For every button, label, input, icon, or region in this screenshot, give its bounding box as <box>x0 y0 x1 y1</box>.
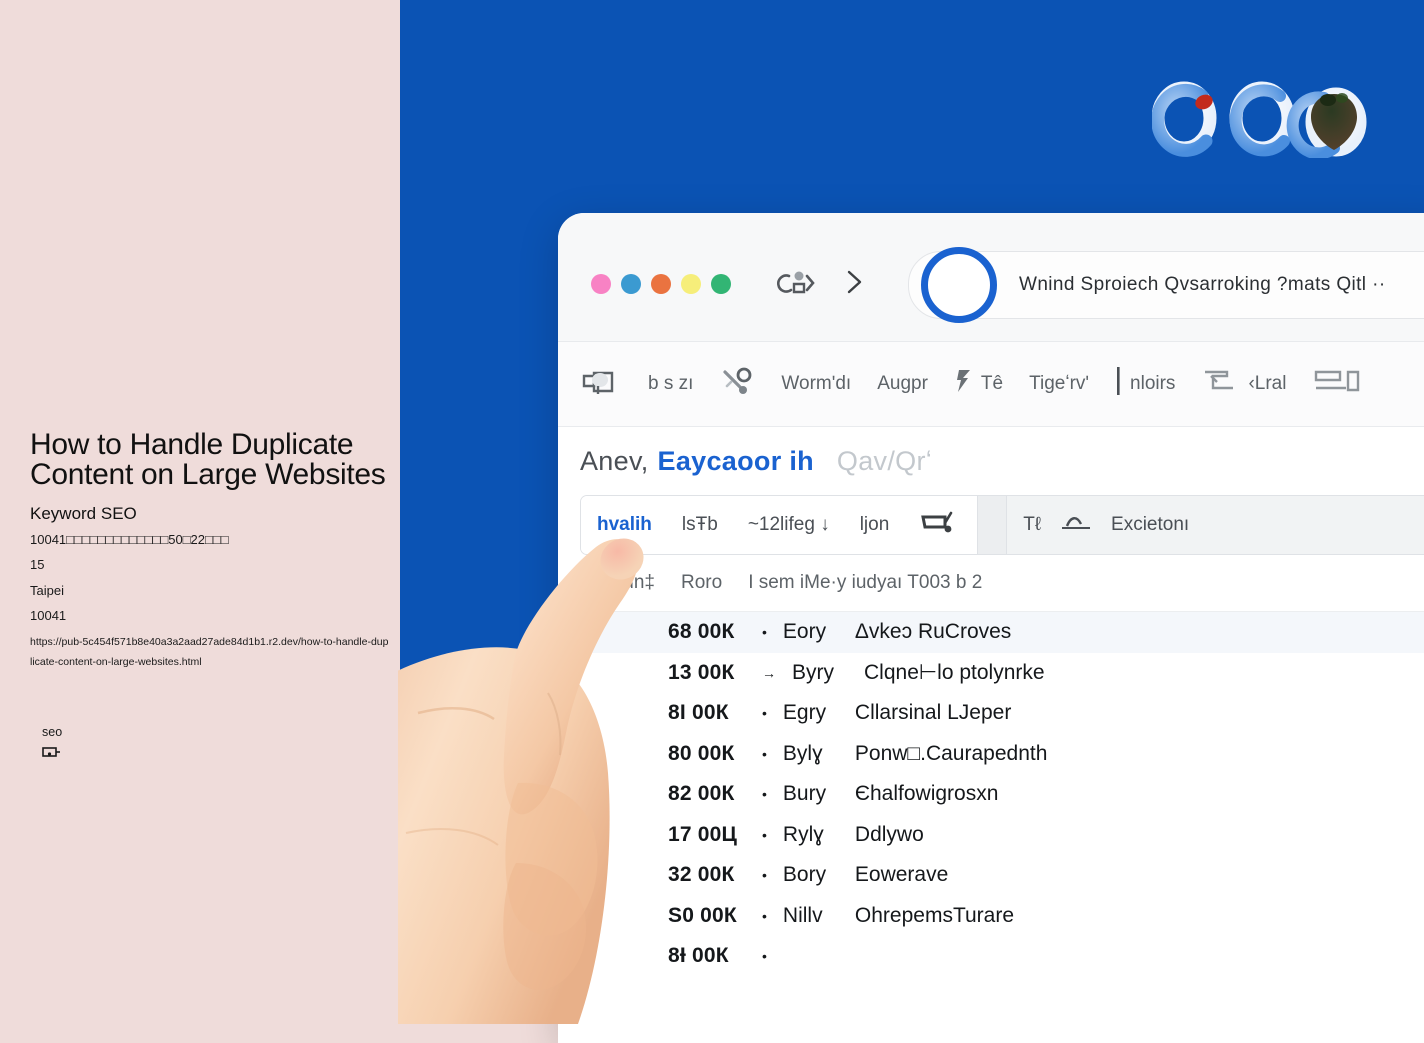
tag-label: seo <box>42 724 63 739</box>
window-dot-5[interactable] <box>711 274 731 294</box>
window-dot-1[interactable] <box>591 274 611 294</box>
toolbar-item-bar[interactable]: nloirs <box>1115 365 1175 403</box>
address-postcode: 10041 <box>30 607 67 623</box>
window-dot-4[interactable] <box>681 274 701 294</box>
filter-scrollbar-handle[interactable] <box>977 496 1008 554</box>
back-navigation-icon[interactable] <box>777 266 819 300</box>
flag-glyph-icon <box>954 366 974 402</box>
row-code: Byry <box>792 660 834 684</box>
row-term: Ponw□.Caurapednth <box>854 741 1048 765</box>
page-heading: Anev, Eaycaoor ih Qav/Qrʻ <box>558 427 1424 495</box>
window-controls[interactable] <box>591 274 731 294</box>
filter-right-group: Tℓ Excietonı <box>1007 496 1424 554</box>
address-bar[interactable]: Wnind Sproiech Qvsarroking ?mats Qitl ·· <box>908 247 1424 323</box>
row-term: Ddlywo <box>854 822 924 846</box>
trend-arrow-icon: • <box>762 624 767 641</box>
page-loading-ring-icon <box>921 247 997 323</box>
toolbar-item-7-label: Tigeʻrvʹ <box>1029 373 1090 394</box>
address-number: 15 <box>30 557 45 573</box>
row-term: Eowerave <box>854 863 949 887</box>
trend-arrow-icon: • <box>762 867 767 884</box>
article-info-panel: How to Handle Duplicate Content on Large… <box>0 0 400 1024</box>
toolbar-item-panel[interactable] <box>1312 366 1360 402</box>
row-term: Clqne⊢lo ptolynrke <box>864 661 1045 685</box>
pointing-hand-photo <box>358 533 708 1024</box>
toolbar-item-flag[interactable]: Tê <box>954 366 1003 402</box>
filter-tab-4[interactable]: ljon <box>860 514 890 536</box>
bookmark-glyph-icon <box>576 364 622 404</box>
scissors-glyph-icon <box>719 364 755 404</box>
page-title: How to Handle Duplicate Content on Large… <box>30 428 386 491</box>
toolbar-item-scissors[interactable] <box>719 364 755 404</box>
trend-arrow-icon: • <box>762 948 767 965</box>
heading-prefix: Anev, <box>580 445 649 476</box>
toolbar-item-frame[interactable]: ‹Lral <box>1201 366 1286 402</box>
window-dot-3[interactable] <box>651 274 671 294</box>
toolbar-item-5[interactable]: Augpr <box>877 373 928 395</box>
chevron-down-icon: ↓ <box>820 514 830 535</box>
toolbar-item-bookmark[interactable] <box>576 364 622 404</box>
row-code: Bylɣ <box>782 741 823 765</box>
row-code: Eory <box>782 620 827 644</box>
panel-glyph-icon <box>1312 366 1360 402</box>
trend-arrow-icon: • <box>762 745 767 762</box>
bar-glyph-icon <box>1115 365 1123 403</box>
filter-right-item-2[interactable]: Excietonı <box>1111 514 1189 536</box>
toolbar-item-flag-label: Tê <box>980 373 1004 394</box>
row-term: Cllarsinal LJeper <box>854 701 1012 725</box>
frame-glyph-icon <box>1201 366 1241 402</box>
toolbar-item-4-label: Wormʹdı <box>781 373 852 394</box>
tag-glyph-icon <box>42 745 62 757</box>
row-code: Rylɣ <box>782 822 824 846</box>
toolbar-item-4[interactable]: Wormʹdı <box>781 373 851 395</box>
browser-titlebar: Wnind Sproiech Qvsarroking ?mats Qitl ·· <box>558 213 1424 342</box>
trend-arrow-icon: • <box>762 826 767 843</box>
address-bar-value[interactable]: Wnind Sproiech Qvsarroking ?mats Qitl ·· <box>1019 274 1386 296</box>
row-term: OhrepemsTurare <box>854 903 1015 927</box>
window-dot-2[interactable] <box>621 274 641 294</box>
address-city: Taipei <box>30 582 64 598</box>
browser-toolbar: b s zı Wormʹdı Augpr Tê Tigeʻrvʹ nloirs … <box>558 342 1424 427</box>
trend-arrow-icon: → <box>762 664 776 681</box>
row-term: Δvkeɔ RuCroves <box>854 620 1012 644</box>
keyword-label: Keyword SEO <box>30 504 137 523</box>
subheader-item-3: I sem iMe·y iudyaı T003 b 2 <box>748 572 983 593</box>
row-term: Єhalfowigrosxn <box>854 782 999 806</box>
toolbar-item-frame-label: ‹Lral <box>1248 373 1287 394</box>
trend-arrow-icon: • <box>762 786 767 803</box>
screenshot-root: Wnind Sproiech Qvsarroking ?mats Qitl ··… <box>0 0 1424 1043</box>
curve-glyph-icon <box>1059 510 1093 540</box>
toolbar-item-5-label: Augpr <box>877 373 928 394</box>
heading-highlight: Eaycaoor ih <box>657 445 814 476</box>
forward-chevron-icon[interactable] <box>841 265 867 299</box>
row-code: Bury <box>782 782 827 806</box>
toolbar-item-2-label: b s zı <box>648 373 694 394</box>
trend-arrow-icon: • <box>762 907 767 924</box>
filter-right-item-1[interactable]: Tℓ <box>1023 514 1041 536</box>
row-code: Egry <box>782 701 827 725</box>
toolbar-item-2[interactable]: b s zı <box>648 373 693 395</box>
trend-arrow-icon: • <box>762 705 767 722</box>
row-code: Nillᴠ <box>782 903 823 927</box>
toolbar-item-bar-label: nloirs <box>1130 373 1176 394</box>
row-code: Bory <box>782 863 827 887</box>
cart-glyph-icon[interactable] <box>919 507 961 543</box>
address-line: 10041□□□□□□□□□□□□□50□22□□□ <box>30 532 229 547</box>
article-url[interactable]: https://pub-5c454f571b8e40a3a2aad27ade84… <box>30 633 390 673</box>
filter-tab-3[interactable]: ~12lifeg ↓ <box>748 514 830 536</box>
toolbar-item-7[interactable]: Tigeʻrvʹ <box>1029 373 1089 395</box>
heading-muted: Qav/Qrʻ <box>836 445 933 476</box>
filter-tab-3-label: ~12lifeg <box>747 514 815 535</box>
brand-logo <box>1151 78 1372 160</box>
